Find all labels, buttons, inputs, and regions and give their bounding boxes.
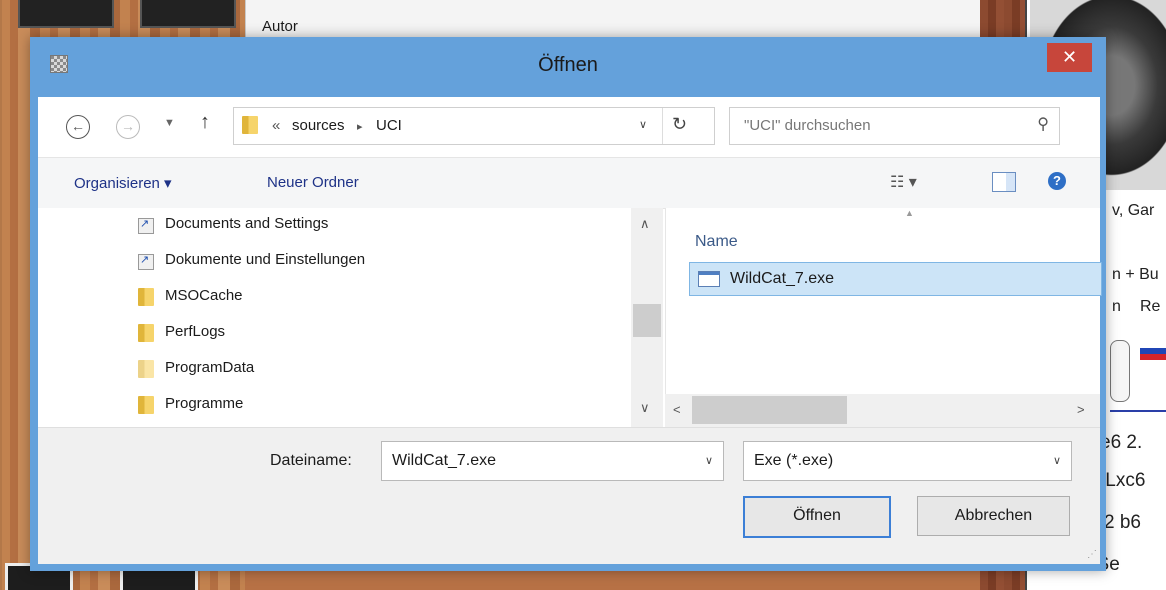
breadcrumb-sources[interactable]: sources <box>292 117 345 134</box>
filetype-dropdown-icon[interactable]: ∨ <box>1053 454 1061 467</box>
tab-fragment[interactable]: n <box>1112 298 1121 316</box>
preview-pane-icon[interactable] <box>992 172 1016 192</box>
column-header-name[interactable]: Name <box>695 233 738 251</box>
divider <box>1110 410 1166 412</box>
notation-line: 2 b6 <box>1104 512 1141 533</box>
new-folder-button[interactable]: Neuer Ordner <box>267 174 359 191</box>
forward-arrow-icon[interactable]: → <box>116 115 140 139</box>
up-arrow-icon[interactable]: ↑ <box>200 111 210 134</box>
navigation-pane: Documents and Settings Dokumente und Ein… <box>38 208 663 427</box>
chess-piece <box>140 0 236 28</box>
recent-locations-chevron-icon[interactable]: ▼ <box>164 117 175 129</box>
view-options-icon[interactable]: ☷ ▾ <box>890 172 917 192</box>
breadcrumb-uci[interactable]: UCI <box>376 117 402 134</box>
scrollbar-thumb[interactable] <box>692 396 847 424</box>
flag-icon <box>1140 342 1166 360</box>
tab-fragment-2[interactable]: Re <box>1140 298 1160 316</box>
file-list: ▲ Name WildCat_7.exe < > <box>665 208 1102 427</box>
cancel-button[interactable]: Abbrechen <box>917 496 1070 536</box>
tree-item-label: Programme <box>165 395 244 412</box>
folder-icon <box>138 360 154 378</box>
tree-item-label: ProgramData <box>165 359 255 376</box>
tree-item-label: Documents and Settings <box>165 215 329 232</box>
shortcut-folder-icon <box>138 253 154 270</box>
breadcrumb-separator-icon[interactable]: ▸ <box>357 120 363 133</box>
piece-figure <box>1110 340 1130 402</box>
open-button[interactable]: Öffnen <box>743 496 891 538</box>
event-fragment: n + Bu <box>1112 266 1159 283</box>
refresh-icon[interactable]: ↻ <box>672 114 687 135</box>
filetype-select[interactable]: Exe (*.exe) ∨ <box>743 441 1072 481</box>
tree-item-label: MSOCache <box>165 287 243 304</box>
filename-value: WildCat_7.exe <box>392 452 497 469</box>
divider <box>662 108 663 144</box>
open-file-dialog: Öffnen ✕ ← → ▼ ↑ « sources ▸ UCI ∨ ↻ "UC… <box>30 37 1106 571</box>
dialog-body: ← → ▼ ↑ « sources ▸ UCI ∨ ↻ "UCI" durchs… <box>38 97 1102 564</box>
close-button[interactable]: ✕ <box>1047 43 1092 72</box>
breadcrumb-overflow[interactable]: « <box>272 117 280 134</box>
filename-label: Dateiname: <box>270 452 352 469</box>
scroll-up-icon[interactable]: ∧ <box>640 216 650 232</box>
back-arrow-icon[interactable]: ← <box>66 115 90 139</box>
search-icon[interactable]: ⚲ <box>1037 114 1049 134</box>
file-row[interactable]: WildCat_7.exe <box>689 262 1102 296</box>
scroll-down-icon[interactable]: ∨ <box>640 400 650 416</box>
tree-item-label: Dokumente und Einstellungen <box>165 251 366 268</box>
scroll-left-icon[interactable]: < <box>673 402 681 417</box>
search-input[interactable]: "UCI" durchsuchen ⚲ <box>729 107 1060 145</box>
address-dropdown-icon[interactable]: ∨ <box>639 118 647 131</box>
file-name: WildCat_7.exe <box>730 270 835 287</box>
address-bar[interactable]: « sources ▸ UCI ∨ ↻ <box>233 107 715 145</box>
sort-indicator-icon: ▲ <box>905 208 914 218</box>
tree-item-label: PerfLogs <box>165 323 226 340</box>
chess-piece <box>18 0 114 28</box>
notation-line: e6 2. <box>1100 432 1143 453</box>
filetype-value: Exe (*.exe) <box>754 452 834 469</box>
folder-icon <box>138 396 154 414</box>
filename-dropdown-icon[interactable]: ∨ <box>705 454 713 467</box>
dialog-footer: Dateiname: WildCat_7.exe ∨ Exe (*.exe) ∨… <box>38 427 1100 564</box>
title-bar[interactable]: Öffnen ✕ <box>30 37 1106 97</box>
filename-input[interactable]: WildCat_7.exe ∨ <box>381 441 724 481</box>
help-icon[interactable]: ? <box>1048 172 1066 190</box>
folder-icon <box>138 324 154 342</box>
horizontal-scrollbar[interactable]: < > <box>665 394 1100 427</box>
notation-line: .Lxc6 <box>1100 470 1146 491</box>
folder-icon <box>138 288 154 306</box>
autor-label: Autor <box>262 18 298 35</box>
shortcut-folder-icon <box>138 217 154 234</box>
resize-grip-icon[interactable]: ⋰ <box>1087 549 1097 560</box>
search-placeholder: "UCI" durchsuchen <box>744 117 871 134</box>
vertical-scrollbar[interactable]: ∧ ∨ <box>631 208 663 427</box>
command-toolbar: Organisieren ▾ Neuer Ordner ☷ ▾ ? <box>38 157 1100 209</box>
organize-menu-button[interactable]: Organisieren ▾ <box>74 174 172 192</box>
dialog-title: Öffnen <box>538 54 598 76</box>
scroll-right-icon[interactable]: > <box>1077 402 1085 417</box>
player-name-fragment: v, Gar <box>1112 202 1155 219</box>
scrollbar-thumb[interactable] <box>633 304 661 337</box>
folder-icon <box>242 116 258 134</box>
executable-file-icon <box>698 271 720 287</box>
